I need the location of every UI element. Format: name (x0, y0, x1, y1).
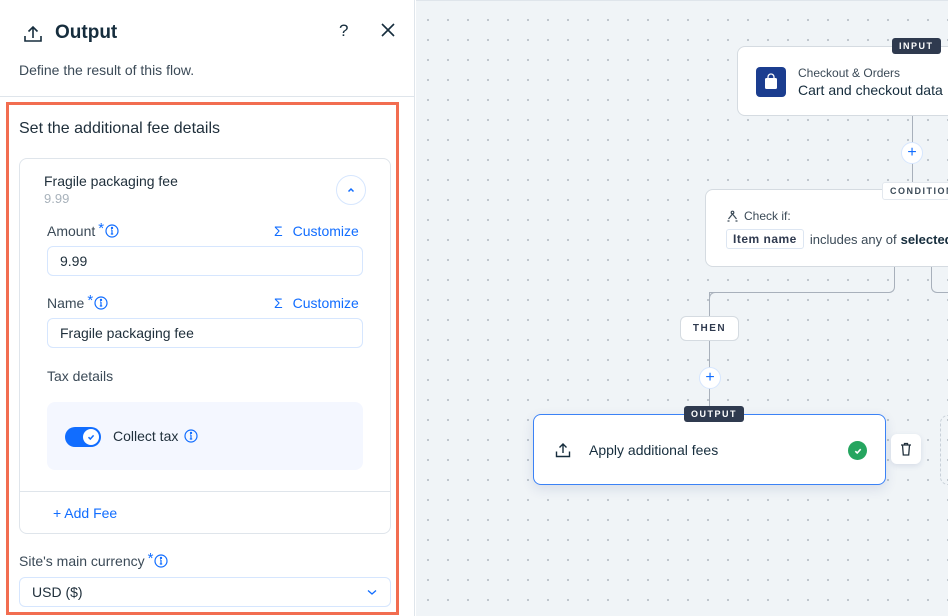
chevron-down-icon (367, 590, 377, 595)
add-step-button[interactable]: + (699, 367, 721, 389)
add-fee-button[interactable]: + Add Fee (53, 505, 117, 521)
branch-corner (709, 292, 719, 302)
info-icon[interactable] (154, 554, 169, 568)
amount-input[interactable]: 9.99 (47, 246, 363, 276)
amount-customize-button[interactable]: Σ Customize (274, 223, 359, 239)
panel-title: Output (55, 22, 118, 43)
tax-details-label: Tax details (47, 368, 114, 384)
currency-select[interactable]: USD ($) (19, 577, 391, 607)
trash-icon (901, 442, 911, 456)
chevron-up-icon (347, 187, 355, 193)
condition-tag: CONDITION (882, 182, 948, 200)
input-node-subtitle: Checkout & Orders (798, 66, 901, 80)
name-label: Name (47, 295, 85, 311)
upload-icon (555, 443, 571, 458)
branch-connector (709, 267, 895, 293)
collect-tax-label-group: Collect tax (113, 428, 198, 444)
required-marker: * (87, 292, 94, 309)
output-node[interactable]: OUTPUT Apply additional fees (533, 406, 886, 485)
placeholder-node (940, 415, 948, 485)
branch-connector (931, 267, 948, 293)
condition-operator: includes any of (809, 231, 897, 247)
collect-tax-label: Collect tax (113, 428, 179, 444)
add-step-button[interactable]: + (901, 142, 923, 164)
then-label: THEN (680, 316, 739, 341)
upload-icon (24, 25, 42, 42)
collect-tax-toggle[interactable] (65, 427, 101, 447)
delete-button[interactable] (891, 434, 921, 464)
name-input[interactable]: Fragile packaging fee (47, 318, 363, 348)
condition-expression: Item name includes any of selected (726, 229, 948, 249)
name-label-group: Name * (47, 292, 108, 311)
sigma-icon: Σ (274, 223, 283, 239)
customize-label: Customize (292, 295, 359, 311)
flow-canvas[interactable]: + THEN + INPUT Checkout & Orders Cart an… (416, 0, 948, 616)
fee-card-amount: 9.99 (44, 191, 70, 206)
check-icon (87, 434, 95, 441)
connector-line (709, 292, 710, 414)
success-check-icon (848, 441, 867, 460)
currency-label: Site's main currency (19, 553, 145, 569)
name-customize-button[interactable]: Σ Customize (274, 295, 359, 311)
canvas-border (416, 0, 948, 1)
amount-label: Amount (47, 223, 96, 239)
collapse-button[interactable] (336, 175, 366, 205)
fee-card-title: Fragile packaging fee (44, 173, 178, 189)
required-marker: * (147, 550, 154, 567)
currency-value: USD ($) (32, 584, 83, 600)
output-tag: OUTPUT (684, 406, 744, 422)
fee-card: Fragile packaging fee 9.99 Amount * Σ Cu… (19, 158, 391, 534)
required-marker: * (98, 220, 105, 237)
info-icon[interactable] (184, 429, 198, 443)
info-icon[interactable] (105, 224, 119, 238)
currency-label-group: Site's main currency * (19, 550, 169, 569)
input-tag: INPUT (892, 38, 941, 54)
divider (20, 491, 390, 492)
panel-header: Output ? Define the result of this flow. (0, 0, 414, 97)
section-title: Set the additional fee details (19, 120, 221, 137)
condition-check-group: Check if: (726, 209, 791, 223)
output-node-title: Apply additional fees (589, 442, 719, 458)
help-button[interactable]: ? (339, 21, 348, 41)
info-icon[interactable] (94, 296, 108, 310)
input-node[interactable]: INPUT Checkout & Orders Cart and checkou… (737, 38, 948, 116)
amount-label-group: Amount * (47, 220, 119, 239)
toggle-knob (83, 429, 99, 445)
panel-subtitle: Define the result of this flow. (19, 62, 195, 78)
output-settings-panel: Output ? Define the result of this flow.… (0, 0, 415, 616)
condition-value: selected (900, 231, 948, 247)
customize-label: Customize (292, 223, 359, 239)
branch-icon (727, 210, 738, 222)
field-chip: Item name (726, 229, 804, 249)
close-icon[interactable] (379, 21, 397, 39)
condition-node[interactable]: CONDITION Check if: Item name includes a… (705, 182, 948, 267)
shopping-bag-icon (756, 67, 786, 97)
sigma-icon: Σ (274, 295, 283, 311)
check-if-label: Check if: (744, 209, 791, 223)
tax-details-box: Collect tax (47, 402, 363, 470)
input-node-title: Cart and checkout data (798, 82, 943, 98)
